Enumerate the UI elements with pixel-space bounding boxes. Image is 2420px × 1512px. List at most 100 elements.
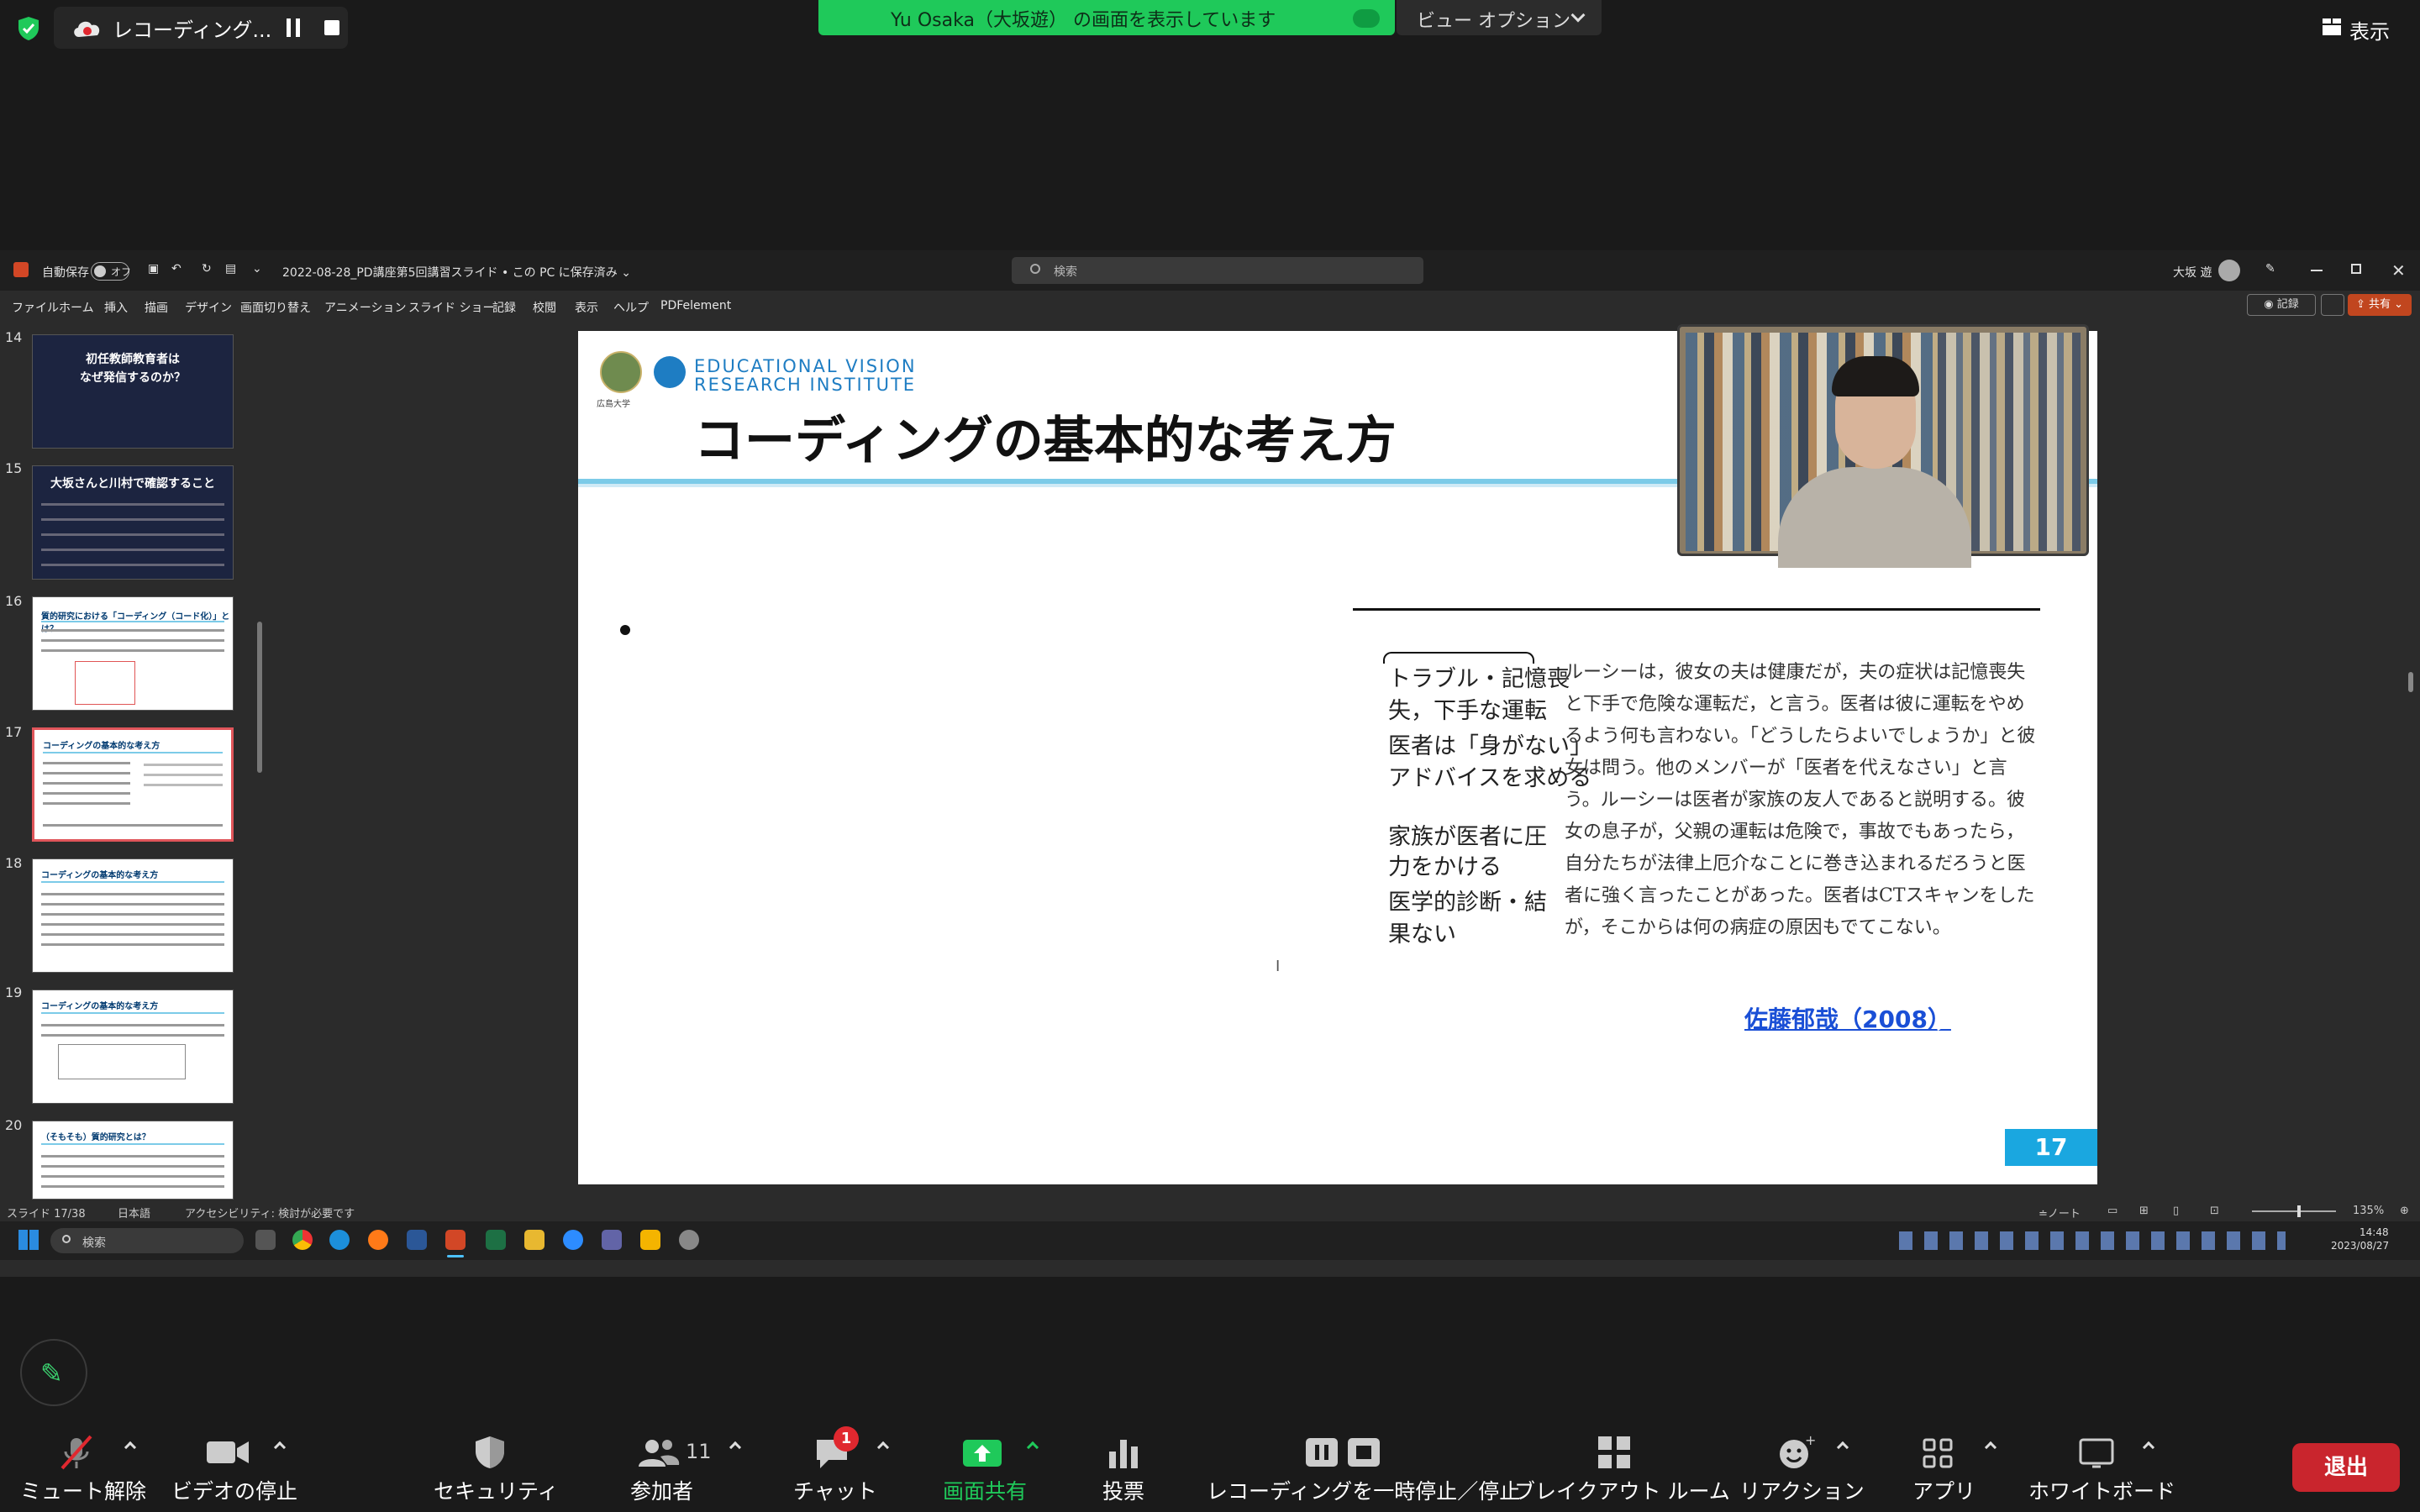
- security-button[interactable]: セキュリティ: [434, 1475, 559, 1505]
- tab-draw[interactable]: 描画: [145, 299, 168, 316]
- polls-button[interactable]: 投票: [1102, 1475, 1144, 1505]
- taskbar-clock-time[interactable]: 14:48: [2360, 1226, 2389, 1238]
- ppt-user-name[interactable]: 大坂 遊: [2173, 264, 2212, 281]
- apps-icon[interactable]: [1919, 1431, 1958, 1473]
- security-shield-icon[interactable]: [471, 1431, 509, 1473]
- tab-record[interactable]: 記録: [492, 299, 516, 316]
- participants-button[interactable]: 参加者: [630, 1475, 693, 1505]
- chat-unread-badge: 1: [834, 1426, 859, 1452]
- quick-access-more-icon[interactable]: ⌄: [252, 262, 262, 276]
- excel-icon[interactable]: [486, 1230, 506, 1250]
- slide-thumbnail-16[interactable]: 質的研究における「コーディング（コード化）」とは？: [32, 596, 234, 711]
- tab-insert[interactable]: 挿入: [104, 299, 128, 316]
- minimize-icon[interactable]: [2311, 270, 2323, 271]
- slide-thumbnail-19[interactable]: コーディングの基本的な考え方: [32, 990, 234, 1104]
- security-shield-icon[interactable]: [15, 15, 42, 42]
- chrome-icon[interactable]: [292, 1230, 313, 1250]
- tab-review[interactable]: 校閲: [533, 299, 556, 316]
- present-icon[interactable]: ▤: [225, 262, 236, 276]
- zoom-level[interactable]: 135%: [2353, 1205, 2384, 1217]
- leave-meeting-button[interactable]: 退出: [2292, 1443, 2400, 1492]
- normal-view-icon[interactable]: ▭: [2107, 1205, 2118, 1217]
- zoom-slider-handle[interactable]: [2297, 1205, 2301, 1217]
- slide-thumbnail-17[interactable]: コーディングの基本的な考え方: [32, 727, 234, 842]
- microphone-muted-icon[interactable]: [55, 1431, 97, 1473]
- share-screen-button[interactable]: 画面共有: [943, 1475, 1027, 1505]
- redo-icon[interactable]: ↻: [202, 262, 212, 276]
- breakout-rooms-icon[interactable]: [1593, 1431, 1635, 1473]
- zoom-app-icon[interactable]: [563, 1230, 583, 1250]
- evri-logo-icon: [654, 356, 686, 388]
- chat-button[interactable]: チャット: [793, 1475, 877, 1505]
- participants-icon[interactable]: [635, 1431, 682, 1473]
- taskbar-search[interactable]: [50, 1228, 244, 1253]
- word-icon[interactable]: [407, 1230, 427, 1250]
- taskbar-clock-date[interactable]: 2023/08/27: [2331, 1240, 2389, 1252]
- tab-home[interactable]: ホーム: [59, 299, 94, 316]
- breakout-rooms-button[interactable]: ブレイクアウト ルーム: [1514, 1475, 1730, 1505]
- tab-help[interactable]: ヘルプ: [613, 299, 649, 316]
- polls-chart-icon[interactable]: [1104, 1431, 1143, 1473]
- pen-designer-icon[interactable]: ✎: [2265, 262, 2275, 276]
- undo-icon[interactable]: ↶: [171, 262, 182, 276]
- reaction-smiley-icon[interactable]: +: [1775, 1431, 1817, 1473]
- editor-scrollbar[interactable]: [2408, 672, 2413, 692]
- windows-start-icon[interactable]: [18, 1230, 39, 1250]
- display-view-button[interactable]: 表示: [2349, 15, 2390, 45]
- restore-icon[interactable]: [2351, 264, 2361, 274]
- tab-pdfelement[interactable]: PDFelement: [660, 299, 731, 312]
- save-icon[interactable]: ▣: [148, 262, 159, 276]
- edge-icon[interactable]: [329, 1230, 350, 1250]
- unmute-button[interactable]: ミュート解除: [20, 1475, 146, 1505]
- close-icon[interactable]: ✕: [2391, 260, 2406, 281]
- zoom-slider[interactable]: [2252, 1210, 2336, 1212]
- tab-design[interactable]: デザイン: [185, 299, 232, 316]
- system-tray-icons[interactable]: [1899, 1231, 2286, 1250]
- reading-view-icon[interactable]: ▯: [2173, 1205, 2179, 1217]
- settings-gear-icon[interactable]: [679, 1230, 699, 1250]
- tab-view[interactable]: 表示: [575, 299, 598, 316]
- citation-link[interactable]: 佐藤郁哉（2008）: [1744, 1001, 1951, 1035]
- teams-icon[interactable]: [602, 1230, 622, 1250]
- video-camera-icon[interactable]: [205, 1431, 250, 1473]
- record-button[interactable]: ◉ 記録: [2247, 294, 2316, 316]
- whiteboard-button[interactable]: ホワイトボード: [2028, 1475, 2175, 1505]
- stop-video-button[interactable]: ビデオの停止: [171, 1475, 297, 1505]
- document-title[interactable]: 2022-08-28_PD講座第5回講習スライド • この PC に保存済み ⌄: [282, 264, 631, 281]
- avatar[interactable]: [2218, 260, 2240, 281]
- comment-button[interactable]: [2321, 294, 2344, 316]
- slide-thumbnail-18[interactable]: コーディングの基本的な考え方: [32, 858, 234, 973]
- slide-thumbnail-14[interactable]: 初任教師教育者は なぜ発信するのか？: [32, 334, 234, 449]
- recording-control-button[interactable]: レコーディングを一時停止／停止: [1207, 1475, 1520, 1505]
- tab-transitions[interactable]: 画面切り替え: [240, 299, 311, 316]
- slide-thumbnail-20[interactable]: （そもそも）質的研究とは？: [32, 1121, 234, 1200]
- language-indicator[interactable]: 日本語: [118, 1205, 150, 1221]
- notes-app-icon[interactable]: [640, 1230, 660, 1250]
- share-screen-icon[interactable]: [960, 1431, 1005, 1473]
- thumbnail-scrollbar[interactable]: [257, 622, 262, 773]
- notes-button[interactable]: ≐ノート: [2039, 1205, 2081, 1221]
- powerpoint-icon[interactable]: [445, 1230, 466, 1250]
- grid-view-icon[interactable]: [2323, 18, 2341, 35]
- stop-recording-icon[interactable]: [324, 20, 339, 35]
- slide-thumbnail-15[interactable]: 大坂さんと川村で確認すること: [32, 465, 234, 580]
- whiteboard-icon[interactable]: [2075, 1431, 2118, 1473]
- recording-pause-stop-icon[interactable]: [1302, 1431, 1383, 1473]
- firefox-icon[interactable]: [368, 1230, 388, 1250]
- handwritten-code: トラブル・記憶喪: [1388, 666, 1570, 692]
- sorter-view-icon[interactable]: ⊞: [2139, 1205, 2149, 1217]
- apps-button[interactable]: アプリ: [1912, 1475, 1975, 1505]
- tab-animations[interactable]: アニメーション: [324, 299, 406, 316]
- tab-slideshow[interactable]: スライド ショー: [408, 299, 494, 316]
- pause-recording-icon[interactable]: [286, 18, 301, 37]
- slideshow-view-icon[interactable]: ⊡: [2210, 1205, 2219, 1217]
- reactions-button[interactable]: リアクション: [1739, 1475, 1865, 1505]
- thumb-number: 15: [5, 460, 23, 476]
- file-explorer-icon[interactable]: [524, 1230, 544, 1250]
- share-button[interactable]: ⇪ 共有 ⌄: [2348, 294, 2412, 316]
- sharing-status-icon: [1353, 9, 1380, 28]
- accessibility-status[interactable]: アクセシビリティ: 検討が必要です: [185, 1205, 355, 1221]
- tab-file[interactable]: ファイル: [12, 299, 59, 316]
- task-view-icon[interactable]: [255, 1230, 276, 1250]
- fit-to-window-icon[interactable]: ⊕: [2400, 1205, 2409, 1217]
